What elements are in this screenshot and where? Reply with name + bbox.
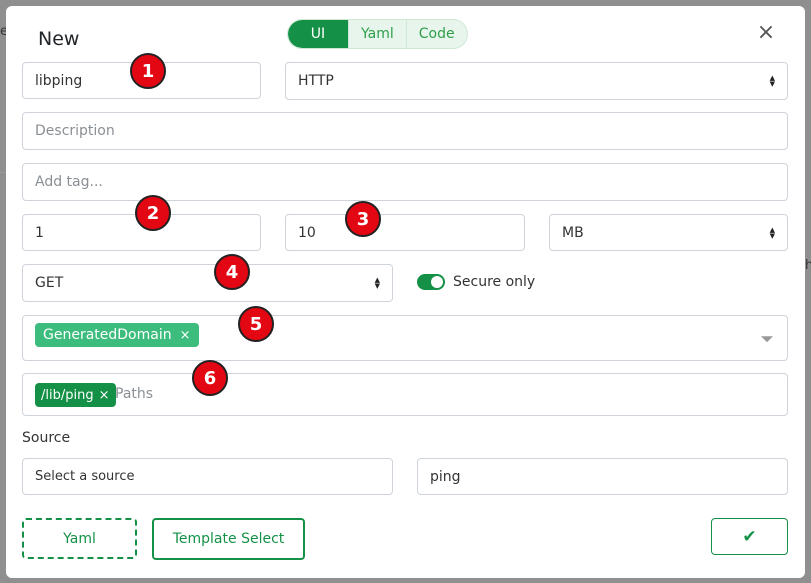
domain-chip: GeneratedDomain × — [35, 323, 199, 347]
method-select[interactable]: GET ▲ ▼ — [22, 264, 393, 302]
secure-only-label: Secure only — [453, 274, 536, 290]
path-chip: /lib/ping × — [35, 383, 116, 407]
mode-tabs: UI Yaml Code — [287, 19, 468, 49]
dialog-title: New — [38, 28, 80, 50]
yaml-button[interactable]: Yaml — [22, 518, 137, 559]
protocol-value: HTTP — [298, 73, 334, 89]
protocol-select[interactable]: HTTP ▲ ▼ — [285, 62, 788, 100]
size-input[interactable]: 10 — [285, 214, 525, 251]
toggle-knob — [431, 276, 443, 288]
source-select[interactable]: Select a source — [22, 458, 393, 495]
check-icon: ✔ — [742, 526, 757, 547]
secure-only-toggle[interactable] — [417, 274, 445, 290]
annotation-badge-4: 4 — [214, 254, 250, 290]
annotation-badge-2: 2 — [135, 195, 171, 231]
tag-input[interactable]: Add tag... — [22, 163, 788, 201]
close-icon[interactable]: × — [756, 22, 776, 44]
annotation-badge-3: 3 — [345, 201, 381, 237]
select-arrows-icon: ▲ ▼ — [769, 74, 775, 88]
description-placeholder: Description — [35, 123, 115, 139]
size-value: 10 — [298, 224, 316, 241]
name-value: libping — [35, 72, 83, 89]
source-select-placeholder: Select a source — [35, 469, 135, 484]
tab-ui[interactable]: UI — [288, 20, 348, 48]
domain-chip-label: GeneratedDomain — [43, 327, 172, 343]
unit-select[interactable]: MB ▲ ▼ — [549, 214, 788, 251]
count-value: 1 — [35, 224, 44, 241]
tag-placeholder: Add tag... — [35, 174, 103, 190]
select-arrows-icon: ▲ ▼ — [769, 225, 775, 240]
source-value: ping — [430, 468, 461, 485]
annotation-badge-5: 5 — [238, 306, 274, 342]
new-item-modal: New UI Yaml Code × libping HTTP ▲ ▼ Descr… — [6, 6, 805, 578]
tab-code[interactable]: Code — [405, 20, 467, 48]
source-label: Source — [22, 430, 71, 446]
path-chip-label: /lib/ping — [41, 387, 94, 403]
method-value: GET — [35, 275, 64, 291]
tab-yaml[interactable]: Yaml — [348, 20, 406, 48]
remove-path-icon[interactable]: × — [99, 388, 110, 403]
remove-domain-icon[interactable]: × — [180, 328, 191, 343]
description-input[interactable]: Description — [22, 112, 788, 150]
confirm-button[interactable]: ✔ — [711, 518, 788, 555]
chevron-down-icon — [761, 336, 773, 343]
annotation-badge-6: 6 — [192, 360, 228, 396]
unit-value: MB — [562, 224, 584, 241]
source-value-input[interactable]: ping — [417, 458, 788, 495]
background-text-right: h — [805, 258, 811, 273]
template-select-button[interactable]: Template Select — [152, 518, 305, 560]
annotation-badge-1: 1 — [130, 53, 166, 89]
select-arrows-icon: ▲ ▼ — [374, 276, 380, 290]
paths-placeholder: Paths — [115, 386, 154, 402]
